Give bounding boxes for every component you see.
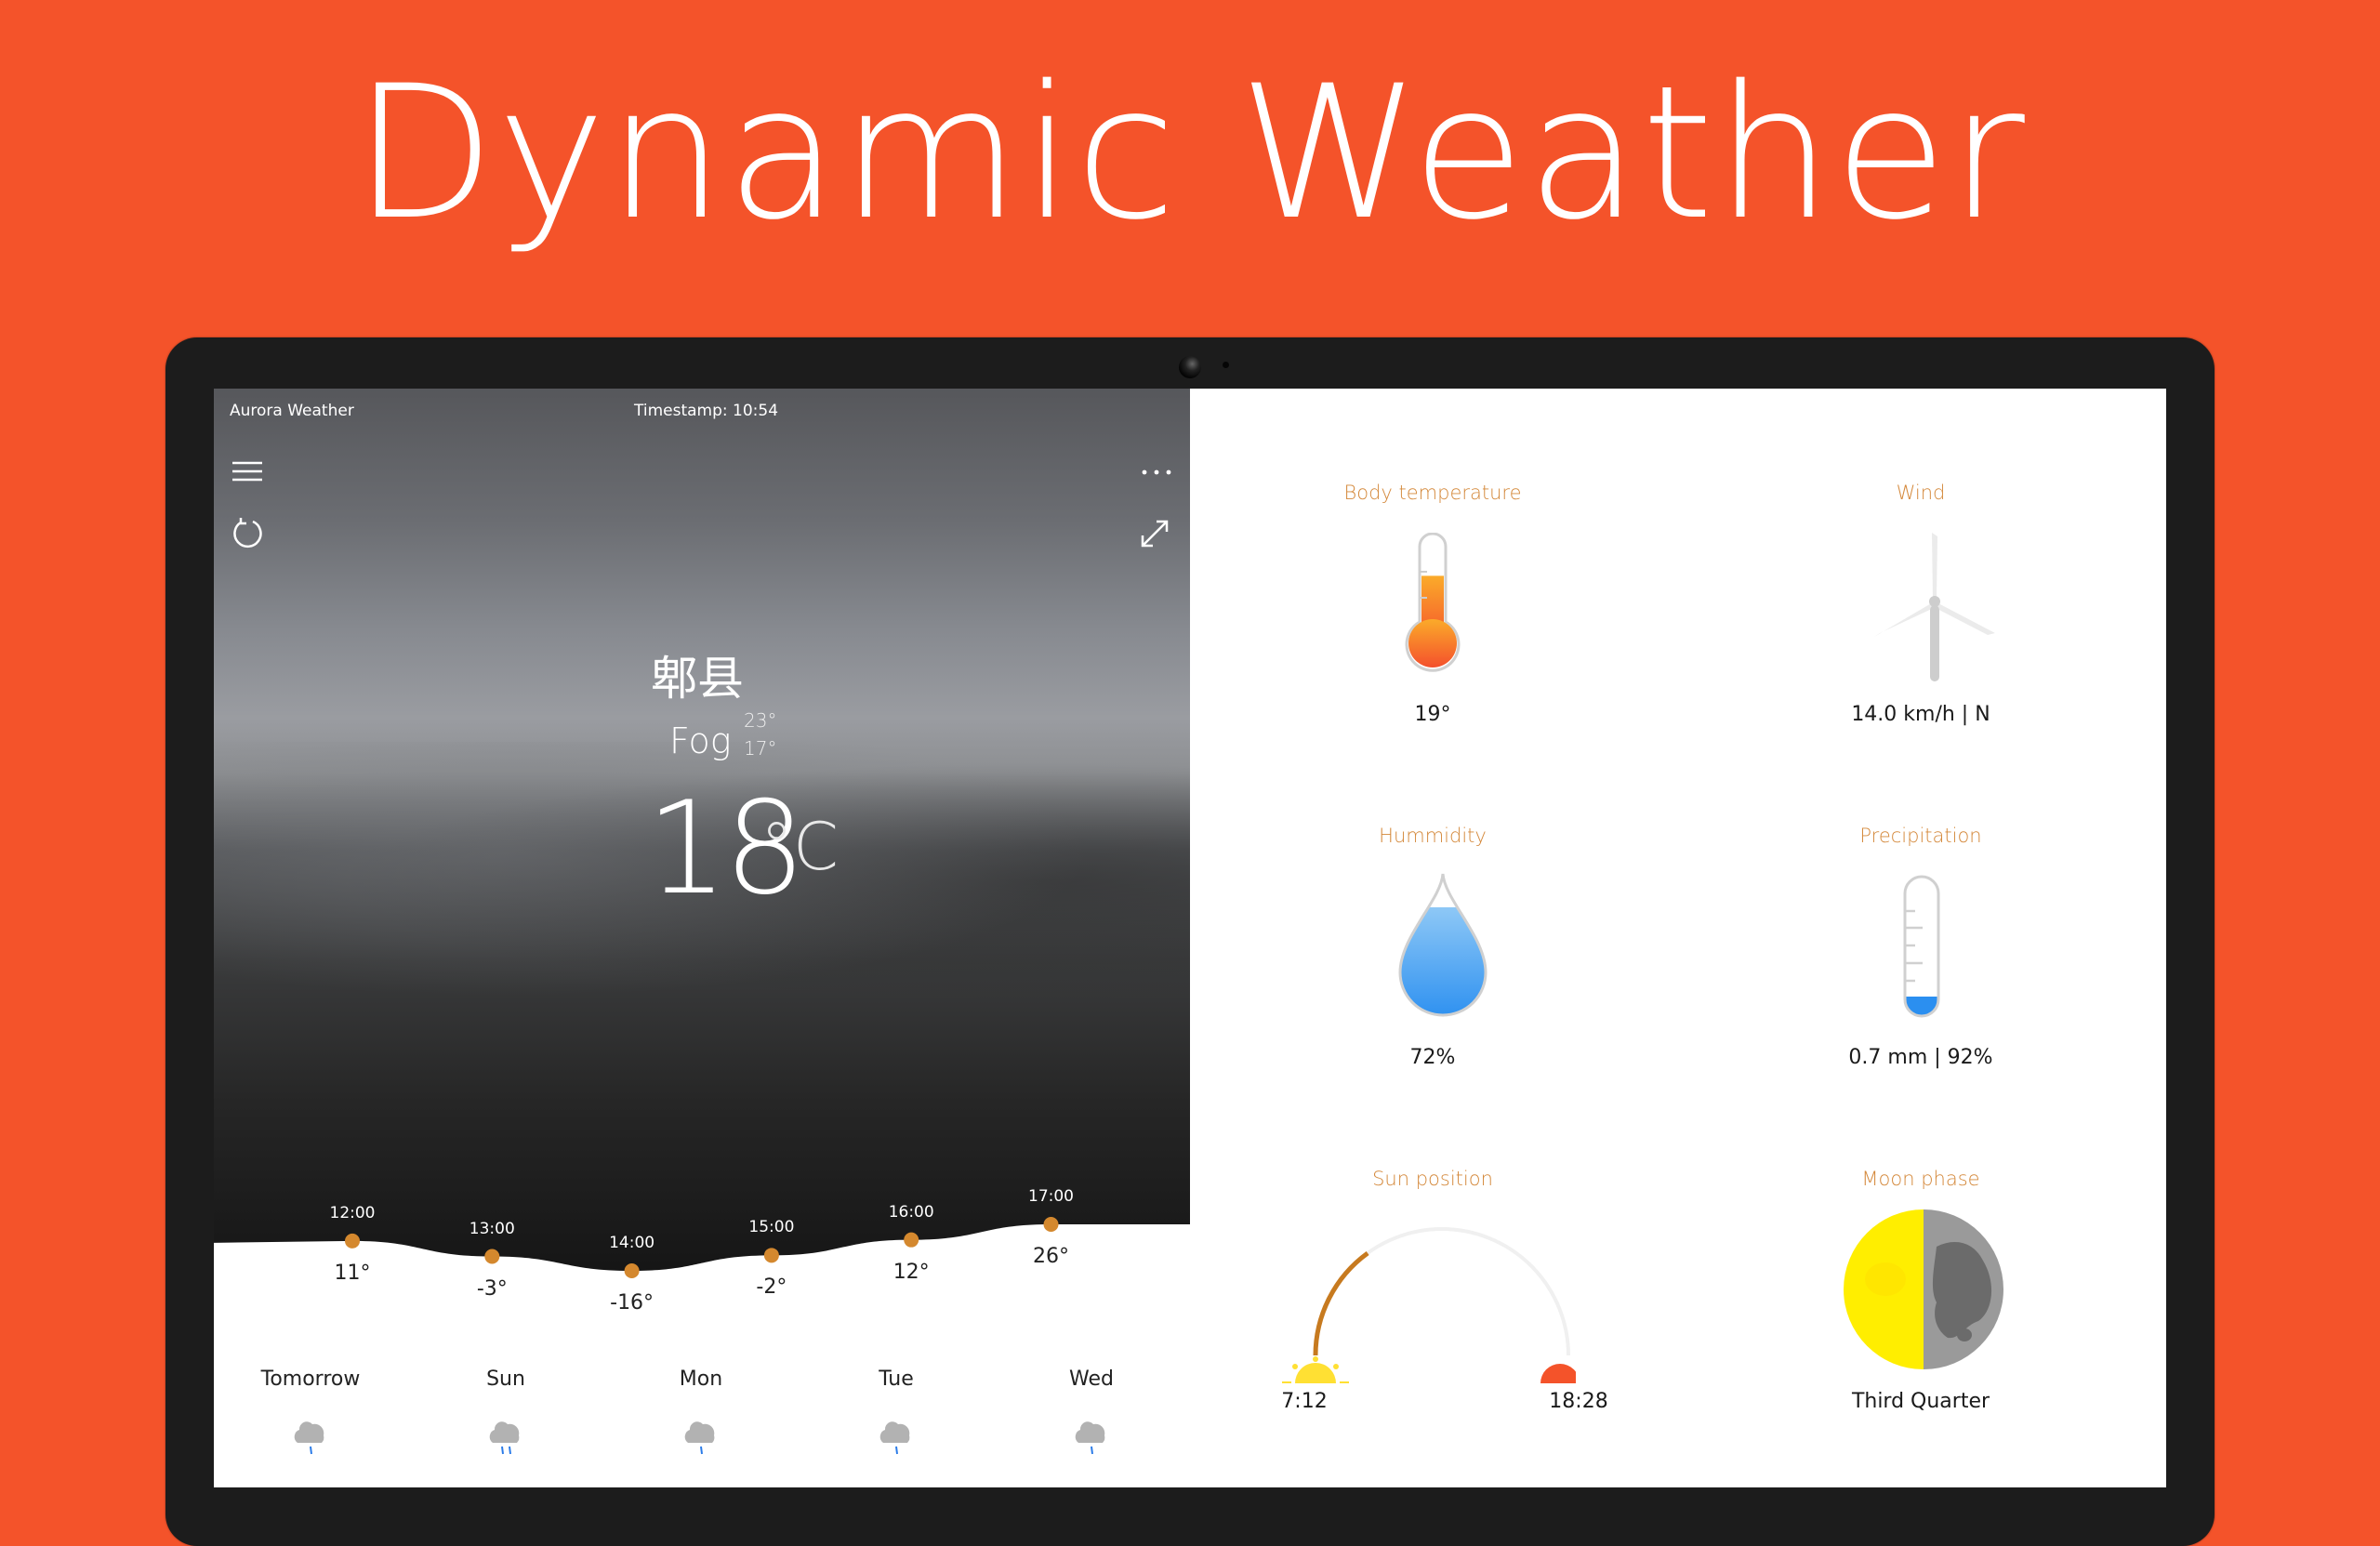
hero-title: Dynamic Weather <box>353 46 2027 260</box>
hourly-point <box>484 1249 500 1264</box>
hourly-point <box>345 1233 360 1249</box>
hourly-point <box>1043 1217 1059 1232</box>
daily-day[interactable]: Tomorrow <box>245 1368 376 1391</box>
hourly-time: 16:00 <box>888 1202 934 1222</box>
daily-day[interactable]: Sun <box>441 1368 571 1391</box>
humidity-value: 72% <box>1409 1046 1456 1069</box>
city-name: 郫县 <box>651 652 744 706</box>
daily-day[interactable]: Tue <box>831 1368 961 1391</box>
refresh-icon[interactable] <box>231 517 264 554</box>
moon-phase-title: Moon phase <box>1861 1168 1980 1190</box>
hourly-temp: 11° <box>334 1261 371 1285</box>
daily-day[interactable]: Mon <box>636 1368 766 1391</box>
precipitation-value: 0.7 mm | 92% <box>1848 1046 1993 1069</box>
sunset-icon <box>1540 1364 1580 1383</box>
hourly-time: 13:00 <box>469 1219 515 1238</box>
hourly-point <box>904 1232 919 1248</box>
app-window: Aurora Weather Timestamp: 10:54 郫县 Fog 2… <box>214 389 2166 1487</box>
sun-position-title: Sun position <box>1372 1168 1493 1190</box>
hourly-temp: -16° <box>610 1291 654 1315</box>
wind-title: Wind <box>1896 482 1946 504</box>
expand-icon[interactable] <box>1140 519 1170 552</box>
hourly-time: 17:00 <box>1028 1187 1074 1206</box>
precipitation-title: Precipitation <box>1859 825 1982 847</box>
hourly-temp: -3° <box>476 1276 508 1301</box>
hourly-time: 12:00 <box>329 1203 376 1222</box>
hourly-point <box>624 1263 640 1278</box>
sun-arc <box>1278 1207 1580 1387</box>
hourly-temp: -2° <box>756 1275 787 1300</box>
condition-text: Fog <box>669 720 732 761</box>
sunrise-time: 7:12 <box>1281 1390 1328 1413</box>
temperature-unit: °C <box>760 809 839 885</box>
wind-value: 14.0 km/h | N <box>1851 703 1990 726</box>
rain-cloud-icon <box>675 1411 727 1463</box>
timestamp: Timestamp: 10:54 <box>634 402 779 420</box>
rain-cloud-icon <box>1065 1411 1117 1463</box>
hourly-temp: 12° <box>892 1260 930 1284</box>
details-panel: Body temperature 19° Wind 14.0 km/h | N … <box>1190 389 2166 1487</box>
low-temp: 17° <box>744 737 777 760</box>
body-temperature-title: Body temperature <box>1343 482 1522 504</box>
sensor-icon <box>1223 362 1229 368</box>
moon-phase-icon <box>1844 1209 2003 1373</box>
sunrise-icon <box>1282 1356 1349 1384</box>
rain-gauge-icon <box>1902 874 1941 1023</box>
weather-panel: Aurora Weather Timestamp: 10:54 郫县 Fog 2… <box>214 389 1190 1487</box>
hourly-time: 14:00 <box>609 1234 655 1252</box>
wind-turbine-icon <box>1874 533 1995 685</box>
rain-cloud-icon <box>870 1411 922 1463</box>
camera-icon <box>1179 356 1201 378</box>
body-temperature-value: 19° <box>1414 703 1451 726</box>
humidity-drop-icon <box>1396 872 1489 1024</box>
hourly-temp: 26° <box>1033 1245 1069 1268</box>
sunset-time: 18:28 <box>1549 1390 1608 1413</box>
thermometer-icon <box>1404 532 1461 685</box>
sun-arc-track <box>1314 1227 1570 1356</box>
daily-day[interactable]: Wed <box>1026 1368 1157 1391</box>
high-temp: 23° <box>744 709 777 732</box>
app-name: Aurora Weather <box>230 402 354 420</box>
rain-cloud-icon <box>284 1411 337 1463</box>
sun-arc-progress <box>1313 1250 1369 1356</box>
rain-cloud-icon <box>480 1411 532 1463</box>
hourly-point <box>763 1248 779 1263</box>
hourly-time: 15:00 <box>748 1218 795 1237</box>
moon-phase-value: Third Quarter <box>1851 1390 1990 1413</box>
hamburger-icon[interactable] <box>232 461 262 485</box>
humidity-title: Hummidity <box>1379 825 1487 847</box>
more-icon[interactable] <box>1142 463 1171 481</box>
